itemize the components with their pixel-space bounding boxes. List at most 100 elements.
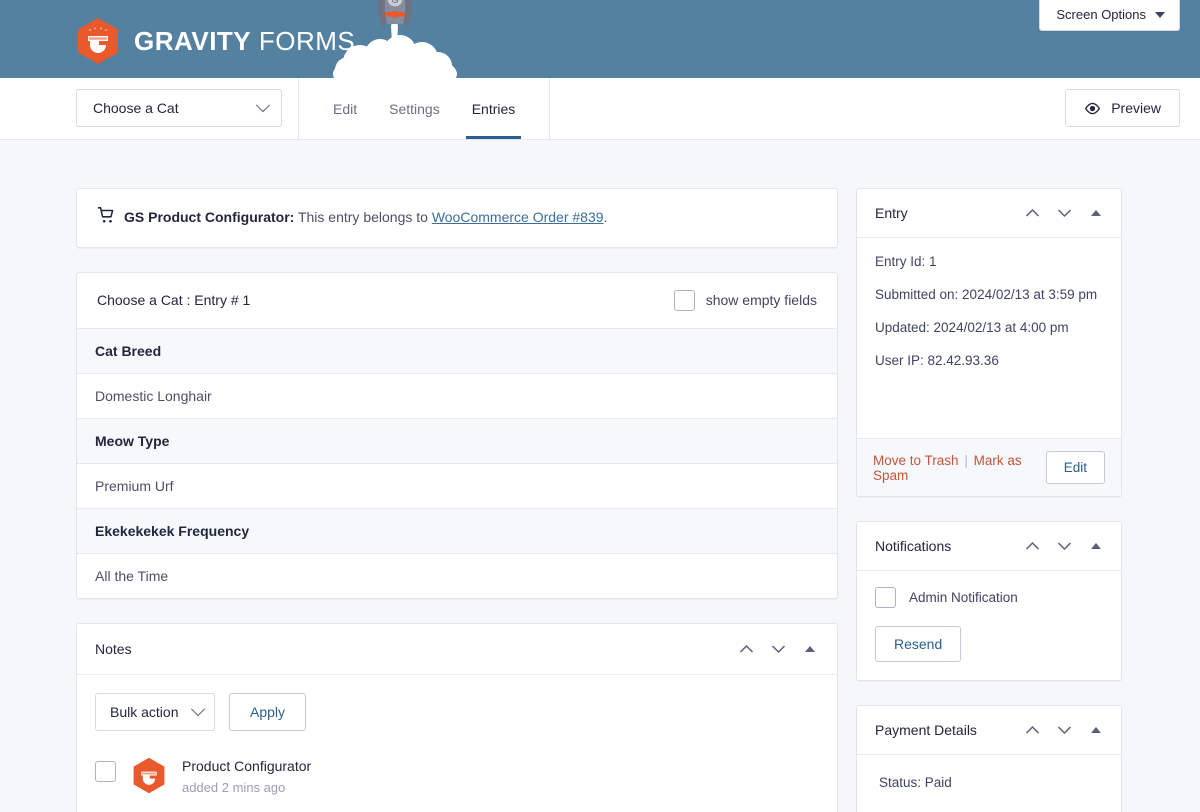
entry-submitted-row: Submitted on: 2024/02/13 at 3:59 pm — [875, 287, 1098, 302]
chevron-up-icon[interactable] — [1021, 535, 1043, 557]
payment-details-panel: Payment Details Status: Paid Date: 2024/… — [856, 705, 1122, 812]
sidebar: Entry Entry Id: 1 Submitted on: 2024/02/… — [856, 188, 1122, 812]
screen-options-label: Screen Options — [1056, 7, 1146, 22]
notice-text-after: . — [603, 209, 608, 225]
form-tabs: Edit Settings Entries — [298, 78, 551, 139]
notes-body: Bulk action Apply Product Configurator a… — [77, 675, 837, 812]
entry-panel-title: Entry — [875, 205, 908, 221]
notes-header: Notes — [77, 624, 837, 675]
chevron-down-icon[interactable] — [1053, 535, 1075, 557]
chevron-up-icon[interactable] — [1021, 202, 1043, 224]
chevron-up-icon[interactable] — [735, 638, 757, 660]
entry-detail-title: Choose a Cat : Entry # 1 — [97, 292, 251, 309]
main-column: GS Product Configurator: This entry belo… — [76, 188, 838, 812]
triangle-up-icon[interactable] — [1085, 535, 1107, 557]
entry-panel-header: Entry — [857, 189, 1121, 238]
field-value: Domestic Longhair — [77, 373, 837, 419]
app-header: G GRAVITY FORMS Screen Options — [0, 0, 1200, 78]
brand-title-bold: GRAVITY — [134, 25, 252, 56]
entry-detail-card: Choose a Cat : Entry # 1 show empty fiel… — [76, 271, 838, 599]
chevron-up-icon[interactable] — [1021, 719, 1043, 741]
admin-notification-checkbox[interactable] — [875, 587, 896, 608]
field-label: Meow Type — [77, 418, 837, 464]
chevron-down-icon — [255, 98, 271, 113]
screen-options-button[interactable]: Screen Options — [1039, 0, 1180, 31]
caret-down-icon — [1155, 11, 1165, 18]
eye-icon — [1084, 100, 1101, 117]
tab-entries-label: Entries — [471, 100, 516, 117]
notifications-panel: Notifications Admin Notification Resend — [856, 521, 1122, 681]
show-empty-fields-toggle[interactable]: show empty fields — [673, 289, 817, 311]
apply-button[interactable]: Apply — [229, 692, 307, 731]
notice-plugin-name: GS Product Configurator: — [124, 209, 295, 225]
brand-title: GRAVITY FORMS — [134, 26, 355, 57]
entry-user-ip-row: User IP: 82.42.93.36 — [875, 353, 999, 368]
brand: GRAVITY FORMS — [76, 17, 355, 65]
field-label: Cat Breed — [77, 328, 837, 374]
tab-settings-label: Settings — [389, 100, 440, 117]
move-to-trash-link[interactable]: Move to Trash — [873, 453, 959, 468]
note-author: Product Configurator — [182, 757, 312, 774]
apply-label: Apply — [250, 703, 286, 720]
chevron-down-icon[interactable] — [767, 638, 789, 660]
admin-notification-row[interactable]: Admin Notification — [875, 587, 1103, 608]
entry-panel-body: Entry Id: 1 Submitted on: 2024/02/13 at … — [857, 238, 1121, 438]
field-value: Premium Urf — [77, 463, 837, 509]
payment-details-title: Payment Details — [875, 722, 977, 738]
note-item: Product Configurator added 2 mins ago — [95, 757, 819, 799]
bulk-action-select[interactable]: Bulk action — [95, 692, 215, 731]
entry-id-row: Entry Id: 1 — [875, 254, 937, 269]
product-configurator-notice: GS Product Configurator: This entry belo… — [76, 188, 838, 248]
tab-settings[interactable]: Settings — [373, 78, 456, 139]
chevron-down-icon — [190, 701, 206, 716]
entry-footer-links: Move to Trash | Mark as Spam — [873, 453, 1046, 483]
resend-label: Resend — [894, 636, 943, 652]
gravity-forms-hexagon-logo — [76, 17, 120, 65]
shopping-cart-icon — [97, 206, 124, 230]
form-selector-value: Choose a Cat — [93, 100, 179, 116]
notifications-panel-title: Notifications — [875, 538, 952, 554]
notes-card: Notes Bulk action Apply Product Configur… — [76, 622, 838, 812]
triangle-up-icon[interactable] — [1085, 719, 1107, 741]
brand-title-light: FORMS — [258, 25, 356, 56]
bulk-action-value: Bulk action — [110, 703, 179, 720]
chevron-down-icon[interactable] — [1053, 719, 1075, 741]
edit-button[interactable]: Edit — [1045, 451, 1105, 484]
preview-label: Preview — [1111, 100, 1161, 116]
note-select-checkbox[interactable] — [95, 760, 116, 782]
note-timestamp: added 2 mins ago — [182, 779, 286, 795]
edit-label: Edit — [1063, 460, 1087, 475]
payment-details-actions — [1021, 719, 1107, 741]
admin-notification-label: Admin Notification — [909, 590, 1018, 605]
notifications-panel-header: Notifications — [857, 522, 1121, 571]
show-empty-fields-checkbox[interactable] — [673, 289, 695, 311]
chevron-down-icon[interactable] — [1053, 202, 1075, 224]
form-selector-dropdown[interactable]: Choose a Cat — [76, 89, 282, 127]
tab-edit[interactable]: Edit — [317, 78, 373, 139]
notes-header-actions — [735, 638, 821, 660]
field-label: Ekekekekek Frequency — [77, 508, 837, 554]
notes-toolbar: Bulk action Apply — [95, 692, 819, 731]
note-avatar-gravity-forms-hexagon-logo — [132, 757, 166, 799]
notifications-panel-body: Admin Notification Resend — [857, 571, 1121, 680]
triangle-up-icon[interactable] — [799, 638, 821, 660]
woocommerce-order-link[interactable]: WooCommerce Order #839 — [432, 209, 604, 225]
preview-button[interactable]: Preview — [1065, 89, 1180, 127]
tab-entries[interactable]: Entries — [456, 78, 532, 139]
show-empty-fields-label: show empty fields — [705, 292, 817, 309]
entry-detail-header: Choose a Cat : Entry # 1 show empty fiel… — [77, 273, 837, 329]
field-value: All the Time — [77, 553, 837, 598]
entry-panel-actions — [1021, 202, 1107, 224]
payment-status: Status: Paid — [879, 775, 952, 790]
page-content: GS Product Configurator: This entry belo… — [0, 140, 1200, 812]
entry-panel: Entry Entry Id: 1 Submitted on: 2024/02/… — [856, 188, 1122, 497]
note-meta: Product Configurator added 2 mins ago — [182, 757, 311, 795]
entry-updated-row: Updated: 2024/02/13 at 4:00 pm — [875, 320, 1069, 335]
notifications-panel-actions — [1021, 535, 1107, 557]
notes-title: Notes — [95, 640, 132, 657]
triangle-up-icon[interactable] — [1085, 202, 1107, 224]
tab-edit-label: Edit — [333, 100, 358, 117]
payment-details-header: Payment Details — [857, 706, 1121, 755]
form-subnav: Choose a Cat Edit Settings Entries Previ… — [0, 78, 1200, 140]
resend-button[interactable]: Resend — [875, 626, 962, 662]
